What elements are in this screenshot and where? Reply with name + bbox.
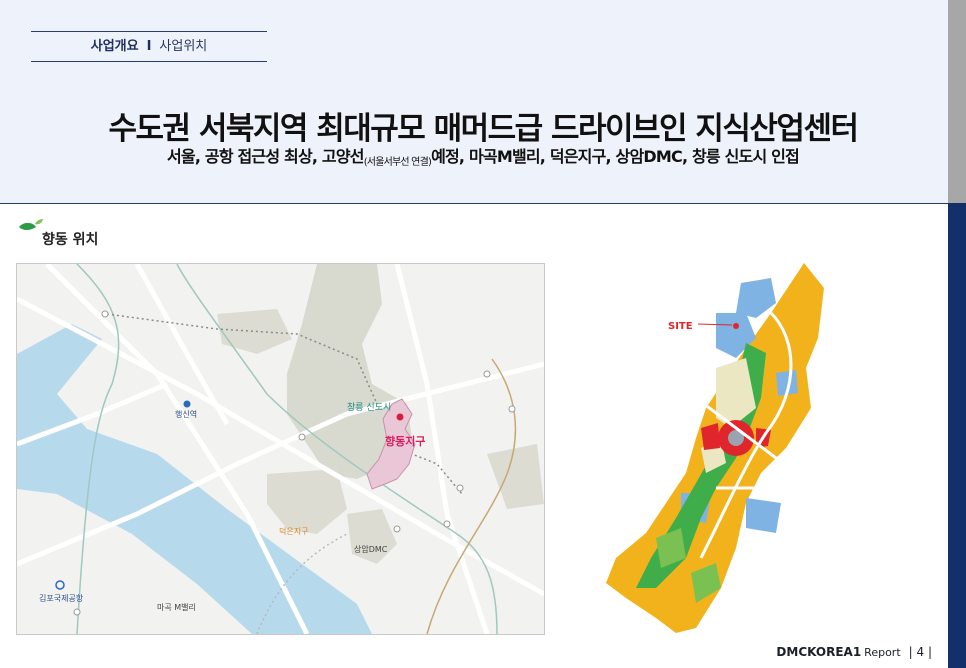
footer-brand: DMCKOREA1 [776,645,862,659]
footer-report: Report [864,646,901,659]
location-map[interactable]: 창릉 신도시 향동지구 행신역 덕은지구 상암DMC 김포국제공항 마곡 M밸리 [16,263,545,635]
section-label-text: 향동 위치 [42,232,99,248]
breadcrumb-primary[interactable]: 사업개요 [91,39,139,54]
site-label: SITE [668,321,693,332]
map-label-hyangdong: 향동지구 [385,434,425,448]
breadcrumb-separator: I [146,39,152,54]
haengsin-station-icon [183,400,191,408]
subtitle-part1: 서울, 공항 접근성 최상, 고양선 [167,147,364,166]
blue-parcel [736,278,776,318]
location-map-svg: 창릉 신도시 향동지구 행신역 덕은지구 상암DMC 김포국제공항 마곡 M밸리 [17,264,544,634]
footer: DMCKOREA1 Report | 4 | [776,645,932,659]
hyangdong-marker [396,413,404,421]
map-label-changneung: 창릉 신도시 [347,402,391,413]
breadcrumb-secondary[interactable]: 사업위치 [159,39,207,54]
leaf-icon [19,219,43,230]
map-label-haengsin: 행신역 [175,409,197,419]
section-label: 향동 위치 [18,218,98,248]
page-subtitle: 서울, 공항 접근성 최상, 고양선(서울서부선 연결)예정, 마곡M밸리, 덕… [0,143,966,168]
breadcrumb: 사업개요 I 사업위치 [31,31,267,62]
subtitle-part2: 예정, 마곡M밸리, 덕은지구, 상암DMC, 창릉 신도시 인접 [431,147,800,166]
site-plan-map[interactable]: SITE [596,258,836,638]
right-edge-bar-top [948,0,966,203]
map-label-deokeun: 덕은지구 [279,526,308,536]
map-label-sangam: 상암DMC [354,544,388,554]
map-label-gimpo: 김포국제공항 [39,593,84,603]
page-title: 수도권 서북지역 최대규모 매머드급 드라이브인 지식산업센터 [108,111,859,147]
map-label-magok: 마곡 M밸리 [157,602,196,612]
site-marker [733,323,739,329]
subtitle-small: (서울서부선 연결) [363,157,432,168]
blue-parcel [746,498,781,533]
site-plan-svg: SITE [606,263,824,633]
footer-page: | 4 | [908,645,932,659]
right-edge-bar-bottom [948,203,966,668]
